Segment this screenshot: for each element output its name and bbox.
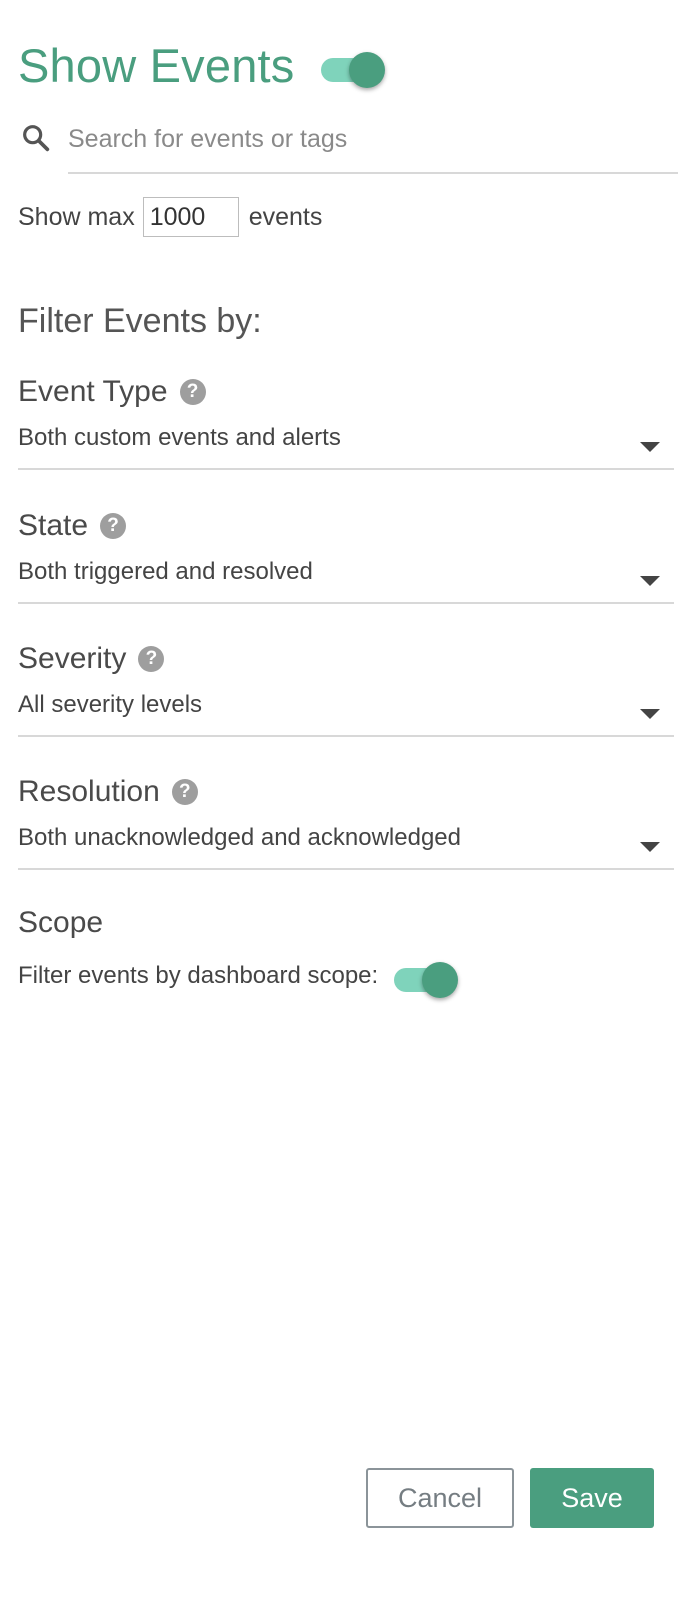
toggle-knob: [348, 52, 385, 88]
page-title: Show Events: [18, 39, 295, 92]
state-field: State ? Both triggered and resolved: [18, 506, 674, 604]
state-label: State: [18, 509, 89, 542]
severity-field: Severity ? All severity levels: [18, 639, 674, 737]
scope-toggle-text: Filter events by dashboard scope:: [18, 962, 379, 989]
resolution-label-row: Resolution ?: [18, 772, 674, 812]
help-icon[interactable]: ?: [171, 779, 198, 805]
help-icon[interactable]: ?: [138, 646, 165, 672]
panel-header: Show Events: [18, 38, 385, 94]
event-type-label: Event Type: [18, 375, 168, 408]
search-input[interactable]: [68, 112, 678, 174]
chevron-down-icon: [640, 709, 660, 719]
event-type-label-row: Event Type ?: [18, 372, 674, 412]
show-max-prefix: Show max: [18, 202, 135, 231]
show-max-suffix: events: [248, 202, 323, 231]
scope-label: Scope: [18, 906, 104, 939]
severity-select[interactable]: All severity levels: [18, 687, 674, 737]
filter-heading: Filter Events by:: [18, 302, 262, 340]
show-max-row: Show max events: [18, 194, 322, 240]
help-icon[interactable]: ?: [179, 379, 206, 405]
severity-label: Severity: [18, 642, 127, 675]
event-type-field: Event Type ? Both custom events and aler…: [18, 372, 674, 470]
event-type-value: Both custom events and alerts: [18, 424, 341, 451]
search-bar: [18, 112, 678, 174]
state-label-row: State ?: [18, 506, 674, 546]
resolution-select[interactable]: Both unacknowledged and acknowledged: [18, 820, 674, 870]
search-icon: [23, 125, 50, 152]
severity-label-row: Severity ?: [18, 639, 674, 679]
state-select[interactable]: Both triggered and resolved: [18, 554, 674, 604]
state-value: Both triggered and resolved: [18, 558, 313, 585]
chevron-down-icon: [640, 442, 660, 452]
scope-toggle[interactable]: [390, 956, 459, 998]
chevron-down-icon: [640, 576, 660, 586]
resolution-field: Resolution ? Both unacknowledged and ack…: [18, 772, 674, 870]
help-icon[interactable]: ?: [100, 513, 127, 539]
scope-row: Filter events by dashboard scope:: [18, 956, 459, 998]
severity-value: All severity levels: [18, 691, 203, 718]
event-type-select[interactable]: Both custom events and alerts: [18, 420, 674, 470]
max-events-input[interactable]: [142, 197, 239, 237]
save-button[interactable]: Save: [530, 1468, 654, 1528]
show-events-toggle[interactable]: [317, 46, 385, 88]
toggle-knob: [422, 962, 459, 998]
resolution-label: Resolution: [18, 775, 160, 808]
resolution-value: Both unacknowledged and acknowledged: [18, 824, 462, 851]
chevron-down-icon: [640, 842, 660, 852]
cancel-button[interactable]: Cancel: [366, 1468, 514, 1528]
